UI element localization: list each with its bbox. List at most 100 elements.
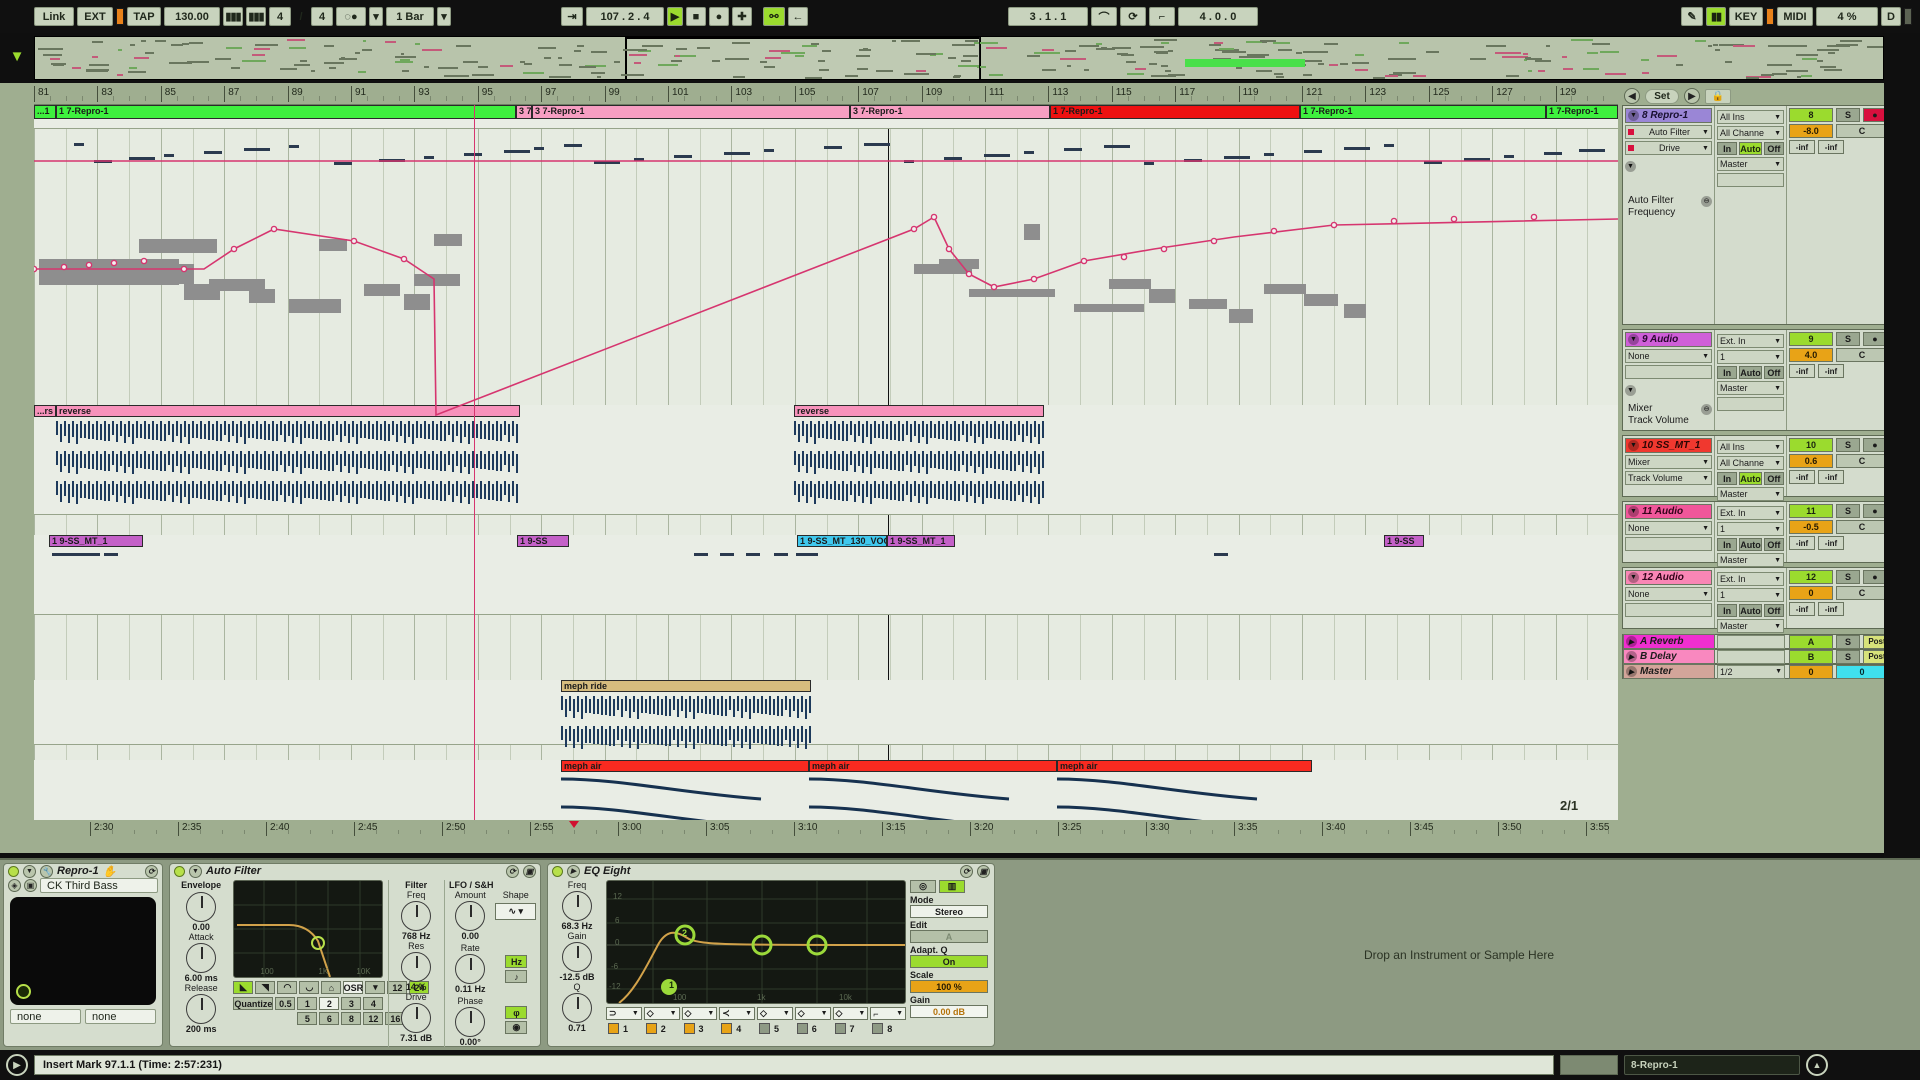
- input-channel-select[interactable]: All Channe ▼: [1717, 456, 1784, 470]
- track-8-repro-1[interactable]: ▼ 8 Repro-1 Auto Filter ▼ Drive ▼ ▼ Auto Filter…: [1622, 105, 1914, 325]
- loop-length-field[interactable]: 4 . 0 . 0: [1178, 7, 1258, 26]
- quant-0-5[interactable]: 0.5: [275, 997, 295, 1010]
- notch-icon[interactable]: ◡: [299, 981, 319, 994]
- automation-remove-icon[interactable]: ⊖: [1701, 404, 1712, 415]
- follow-icon[interactable]: ▮▮: [1706, 7, 1726, 26]
- capture-midi-icon[interactable]: ✚: [732, 7, 752, 26]
- lane-repro-clips[interactable]: ...1 1 7-Repro-1 3 7 3 7-Repro-1 3 7-Repro-1…: [34, 105, 1618, 129]
- midi-note-display[interactable]: [34, 129, 1618, 405]
- monitor-in-button[interactable]: In: [1717, 538, 1737, 551]
- beat-time-ruler[interactable]: 81 83 85 87 89 91 93 95 97 99 101 103 105 107 109 111 11…: [34, 83, 1618, 105]
- return-name[interactable]: ▶ B Delay: [1623, 649, 1715, 664]
- solo-button[interactable]: S: [1836, 332, 1860, 346]
- set-button[interactable]: Set: [1645, 89, 1679, 104]
- save-preset-icon[interactable]: ▣: [24, 879, 37, 892]
- circuit-select[interactable]: OSR: [343, 981, 363, 994]
- monitor-in-button[interactable]: In: [1717, 472, 1737, 485]
- output-channel-select[interactable]: [1717, 173, 1784, 187]
- track-pan[interactable]: C: [1836, 586, 1888, 600]
- repro-xy-handle[interactable]: [16, 984, 31, 999]
- track-fold-icon[interactable]: ▼: [1628, 572, 1639, 583]
- save-preset-icon[interactable]: ▣: [977, 865, 990, 878]
- device-on-led[interactable]: [552, 866, 563, 877]
- output-type-select[interactable]: Master ▼: [1717, 487, 1784, 501]
- peak-right[interactable]: -inf: [1818, 364, 1844, 378]
- param-chooser[interactable]: Drive ▼: [1625, 141, 1712, 155]
- punch-out-arrow-icon[interactable]: ←: [788, 7, 808, 26]
- return-fold-icon[interactable]: ▶: [1626, 636, 1637, 647]
- return-track-a[interactable]: ▶ A Reverb A S Post: [1622, 634, 1914, 649]
- bell-icon[interactable]: ◇: [760, 1008, 767, 1019]
- clip[interactable]: 3 7: [516, 105, 532, 119]
- quant-1[interactable]: 1: [297, 997, 317, 1010]
- master-pan[interactable]: 0: [1836, 665, 1888, 679]
- overview-fold-icon[interactable]: ▼: [6, 45, 28, 67]
- return-output-select[interactable]: [1717, 650, 1785, 664]
- metronome-icon[interactable]: ▮▮▮: [223, 7, 243, 26]
- out-gain-field[interactable]: 0.00 dB: [910, 1005, 988, 1018]
- track-name[interactable]: ▼ 8 Repro-1: [1625, 108, 1712, 123]
- crossfade-select[interactable]: 1/2 ▼: [1717, 665, 1785, 679]
- input-type-select[interactable]: All Ins ▼: [1717, 440, 1784, 454]
- solo-button[interactable]: S: [1836, 108, 1860, 122]
- device-chooser[interactable]: None ▼: [1625, 521, 1712, 535]
- arrangement-loop-icon[interactable]: ⚯: [763, 7, 785, 26]
- track-fold-icon[interactable]: ▼: [1628, 110, 1639, 121]
- lowpass-icon[interactable]: ◣: [233, 981, 253, 994]
- wrench-icon[interactable]: 🔧: [40, 865, 53, 878]
- time-sig-numerator[interactable]: 4: [269, 7, 291, 26]
- lane-ss-mt-midi[interactable]: 1 9-SS_MT_1 1 9-SS 1 9-SS_MT_130_VOC 1 9-SS…: [34, 535, 1618, 615]
- peak-left[interactable]: -inf: [1789, 140, 1815, 154]
- eq-band-4-toggle[interactable]: [721, 1023, 732, 1034]
- eq-band-5[interactable]: ◇ ▼ 5: [757, 1007, 793, 1034]
- device-chooser[interactable]: Auto Filter ▼: [1625, 125, 1712, 139]
- return-letter[interactable]: B: [1789, 650, 1833, 664]
- param-chooser[interactable]: Track Volume ▼: [1625, 471, 1712, 485]
- quant-6[interactable]: 6: [319, 1012, 339, 1025]
- edit-channel-button[interactable]: A: [910, 930, 988, 943]
- bell-icon[interactable]: ◇: [685, 1008, 692, 1019]
- automation-remove-icon[interactable]: ⊖: [1701, 196, 1712, 207]
- input-type-select[interactable]: Ext. In ▼: [1717, 506, 1784, 520]
- time-ruler[interactable]: 2:30 2:35 2:40 2:45 2:50 2:55 3:00 3:05 3:10 3:15…: [34, 820, 1618, 838]
- peak-right[interactable]: -inf: [1818, 536, 1844, 550]
- hotswap-icon[interactable]: ⟳: [960, 865, 973, 878]
- tempo-field[interactable]: 130.00: [164, 7, 220, 26]
- output-type-select[interactable]: Master ▼: [1717, 157, 1784, 171]
- quant-2[interactable]: 2: [319, 997, 339, 1010]
- input-channel-select[interactable]: 1 ▼: [1717, 522, 1784, 536]
- track-volume[interactable]: 0.6: [1789, 454, 1833, 468]
- rate-hz-button[interactable]: Hz: [505, 955, 527, 968]
- freq-knob[interactable]: [401, 901, 431, 931]
- output-type-select[interactable]: Master ▼: [1717, 381, 1784, 395]
- clip[interactable]: 1 9-SS: [517, 535, 569, 547]
- return-track-b[interactable]: ▶ B Delay B S Post: [1622, 649, 1914, 664]
- track-pan[interactable]: C: [1836, 124, 1888, 138]
- rate-note-icon[interactable]: ♪: [505, 970, 527, 983]
- stop-icon[interactable]: ■: [686, 7, 706, 26]
- clip[interactable]: meph air: [1057, 760, 1312, 772]
- eq-q-knob[interactable]: [562, 993, 592, 1023]
- eq-band-3[interactable]: ◇ ▼ 3: [682, 1007, 718, 1034]
- key-map-button[interactable]: KEY: [1729, 7, 1763, 26]
- track-volume[interactable]: 0: [1789, 586, 1833, 600]
- monitor-auto-button[interactable]: Auto: [1739, 538, 1762, 551]
- master-name[interactable]: ▶ Master: [1623, 664, 1715, 679]
- lfo-rate-knob[interactable]: [455, 954, 485, 984]
- quant-12[interactable]: 12: [363, 1012, 383, 1025]
- track-volume[interactable]: 4.0: [1789, 348, 1833, 362]
- lfo-amount-knob[interactable]: [455, 901, 485, 931]
- input-type-select[interactable]: Ext. In ▼: [1717, 334, 1784, 348]
- clip[interactable]: reverse: [794, 405, 1044, 417]
- eq-band-5-toggle[interactable]: [759, 1023, 770, 1034]
- punch-in-icon[interactable]: ⇥: [561, 7, 583, 26]
- eq-band-3-toggle[interactable]: [684, 1023, 695, 1034]
- peak-left[interactable]: -inf: [1789, 470, 1815, 484]
- clip[interactable]: meph air: [809, 760, 1057, 772]
- spectrum-icon[interactable]: ▥: [939, 880, 965, 893]
- device-chooser[interactable]: Mixer ▼: [1625, 455, 1712, 469]
- eq-band-1-toggle[interactable]: [608, 1023, 619, 1034]
- groove-icon[interactable]: ▮▮▮: [246, 7, 266, 26]
- return-name[interactable]: ▶ A Reverb: [1623, 634, 1715, 649]
- monitor-in-button[interactable]: In: [1717, 142, 1737, 155]
